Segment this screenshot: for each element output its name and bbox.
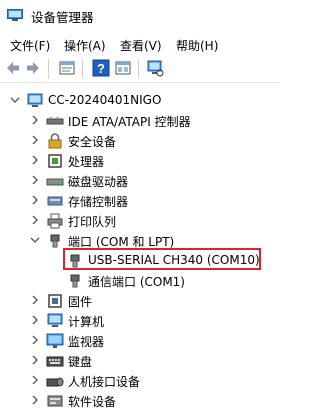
tree-root-label: CC-20240401NIGO bbox=[48, 93, 162, 107]
back-icon[interactable] bbox=[4, 59, 22, 77]
tree-item-processor[interactable]: 处理器 bbox=[0, 151, 280, 171]
toolbar-separator bbox=[138, 59, 139, 79]
chevron-right-icon[interactable] bbox=[28, 353, 42, 367]
tree-item-firmware[interactable]: 固件 bbox=[0, 291, 280, 311]
device-tree: CC-20240401NIGO IDE ATA/ATAPI 控制器 安全设备 处… bbox=[0, 83, 280, 409]
processor-icon bbox=[48, 154, 62, 168]
tree-item-com1[interactable]: 通信端口 (COM1) bbox=[0, 271, 280, 291]
tree-item-label: 人机接口设备 bbox=[68, 375, 141, 389]
storage-controller-icon bbox=[47, 196, 63, 206]
tree-item-label: IDE ATA/ATAPI 控制器 bbox=[68, 115, 191, 129]
computer-icon bbox=[27, 93, 43, 107]
chevron-right-icon[interactable] bbox=[28, 373, 42, 387]
tree-item-label: 通信端口 (COM1) bbox=[88, 275, 185, 289]
port-icon bbox=[70, 274, 80, 288]
chevron-down-icon[interactable] bbox=[8, 93, 22, 107]
printer-icon bbox=[47, 213, 63, 229]
tree-item-storage[interactable]: 存储控制器 bbox=[0, 191, 280, 211]
tree-item-label: 磁盘驱动器 bbox=[68, 175, 129, 189]
tree-item-label: 固件 bbox=[68, 295, 93, 309]
chevron-right-icon[interactable] bbox=[28, 213, 42, 227]
tree-item-label: 计算机 bbox=[68, 315, 105, 329]
scan-hardware-icon[interactable] bbox=[146, 59, 164, 77]
security-device-icon bbox=[48, 133, 62, 149]
device-manager-icon bbox=[7, 9, 23, 21]
tree-item-software-device[interactable]: 软件设备 bbox=[0, 391, 280, 411]
ide-controller-icon bbox=[46, 117, 64, 125]
menu-help[interactable]: 帮助(H) bbox=[176, 37, 218, 54]
disk-drive-icon bbox=[46, 178, 64, 186]
tree-item-label: 打印队列 bbox=[68, 215, 117, 229]
tree-item-ide[interactable]: IDE ATA/ATAPI 控制器 bbox=[0, 111, 280, 131]
chevron-right-icon[interactable] bbox=[28, 193, 42, 207]
properties-icon[interactable] bbox=[58, 59, 76, 77]
menu-view[interactable]: 查看(V) bbox=[120, 37, 162, 54]
window-title: 设备管理器 bbox=[31, 10, 94, 25]
chevron-right-icon[interactable] bbox=[28, 153, 42, 167]
tree-item-monitor[interactable]: 监视器 bbox=[0, 331, 280, 351]
chevron-right-icon[interactable] bbox=[28, 293, 42, 307]
tree-item-computer[interactable]: 计算机 bbox=[0, 311, 280, 331]
tree-item-label: 软件设备 bbox=[68, 395, 117, 409]
hid-icon bbox=[46, 377, 64, 387]
computer-icon bbox=[47, 313, 63, 327]
tree-item-label: 存储控制器 bbox=[68, 195, 129, 209]
port-icon bbox=[50, 234, 60, 248]
tree-item-label: 监视器 bbox=[68, 335, 105, 349]
tree-item-label: 安全设备 bbox=[68, 135, 117, 149]
tree-item-print-queue[interactable]: 打印队列 bbox=[0, 211, 280, 231]
keyboard-icon bbox=[46, 356, 64, 367]
toolbar: ? bbox=[0, 55, 280, 83]
help-icon[interactable]: ? bbox=[92, 59, 110, 77]
forward-icon[interactable] bbox=[24, 59, 42, 77]
tree-item-disk[interactable]: 磁盘驱动器 bbox=[0, 171, 280, 191]
chevron-right-icon[interactable] bbox=[28, 113, 42, 127]
menu-action[interactable]: 操作(A) bbox=[64, 37, 106, 54]
chevron-right-icon[interactable] bbox=[28, 133, 42, 147]
show-hidden-icon[interactable] bbox=[114, 59, 132, 77]
monitor-icon bbox=[46, 333, 64, 348]
chevron-right-icon[interactable] bbox=[28, 333, 42, 347]
toolbar-separator bbox=[82, 59, 83, 79]
tree-item-keyboard[interactable]: 键盘 bbox=[0, 351, 280, 371]
title-bar: 设备管理器 bbox=[0, 0, 280, 32]
toolbar-separator bbox=[48, 59, 49, 79]
chevron-down-icon[interactable] bbox=[28, 233, 42, 247]
highlight-box bbox=[63, 248, 261, 270]
chevron-right-icon[interactable] bbox=[28, 393, 42, 407]
chevron-right-icon[interactable] bbox=[28, 313, 42, 327]
tree-item-security[interactable]: 安全设备 bbox=[0, 131, 280, 151]
tree-item-label: 处理器 bbox=[68, 155, 105, 169]
software-device-icon bbox=[47, 395, 63, 407]
tree-root[interactable]: CC-20240401NIGO bbox=[0, 91, 280, 111]
chevron-right-icon[interactable] bbox=[28, 173, 42, 187]
tree-item-label: 键盘 bbox=[68, 355, 93, 369]
svg-text:?: ? bbox=[97, 61, 105, 76]
tree-item-hid[interactable]: 人机接口设备 bbox=[0, 371, 280, 391]
firmware-icon bbox=[48, 294, 62, 308]
menu-bar: 文件(F) 操作(A) 查看(V) 帮助(H) bbox=[0, 34, 280, 54]
menu-file[interactable]: 文件(F) bbox=[10, 37, 50, 54]
